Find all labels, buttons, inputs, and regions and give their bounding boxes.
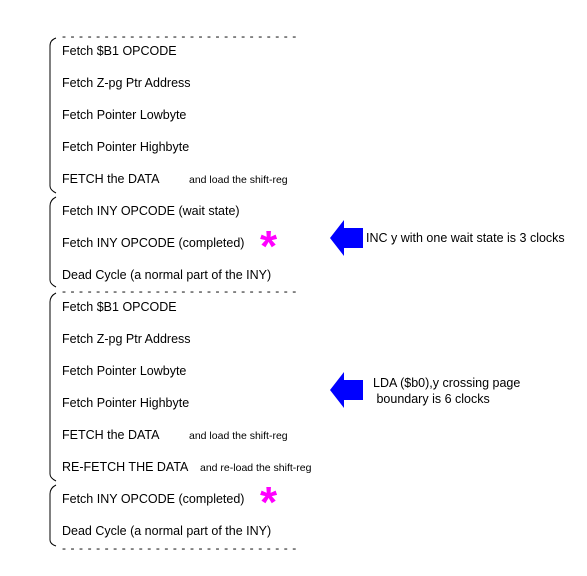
brackets-and-arrows (49, 37, 363, 547)
brace-group-4 (49, 484, 57, 547)
left-arrow-icon (330, 220, 363, 256)
diagram-canvas: - - - - - - - - - - - - - - - - - - - - … (0, 0, 587, 576)
brace-group-1 (49, 37, 57, 194)
brace-group-2 (49, 196, 57, 288)
left-arrow-icon (330, 372, 363, 408)
brace-group-3 (49, 292, 57, 482)
